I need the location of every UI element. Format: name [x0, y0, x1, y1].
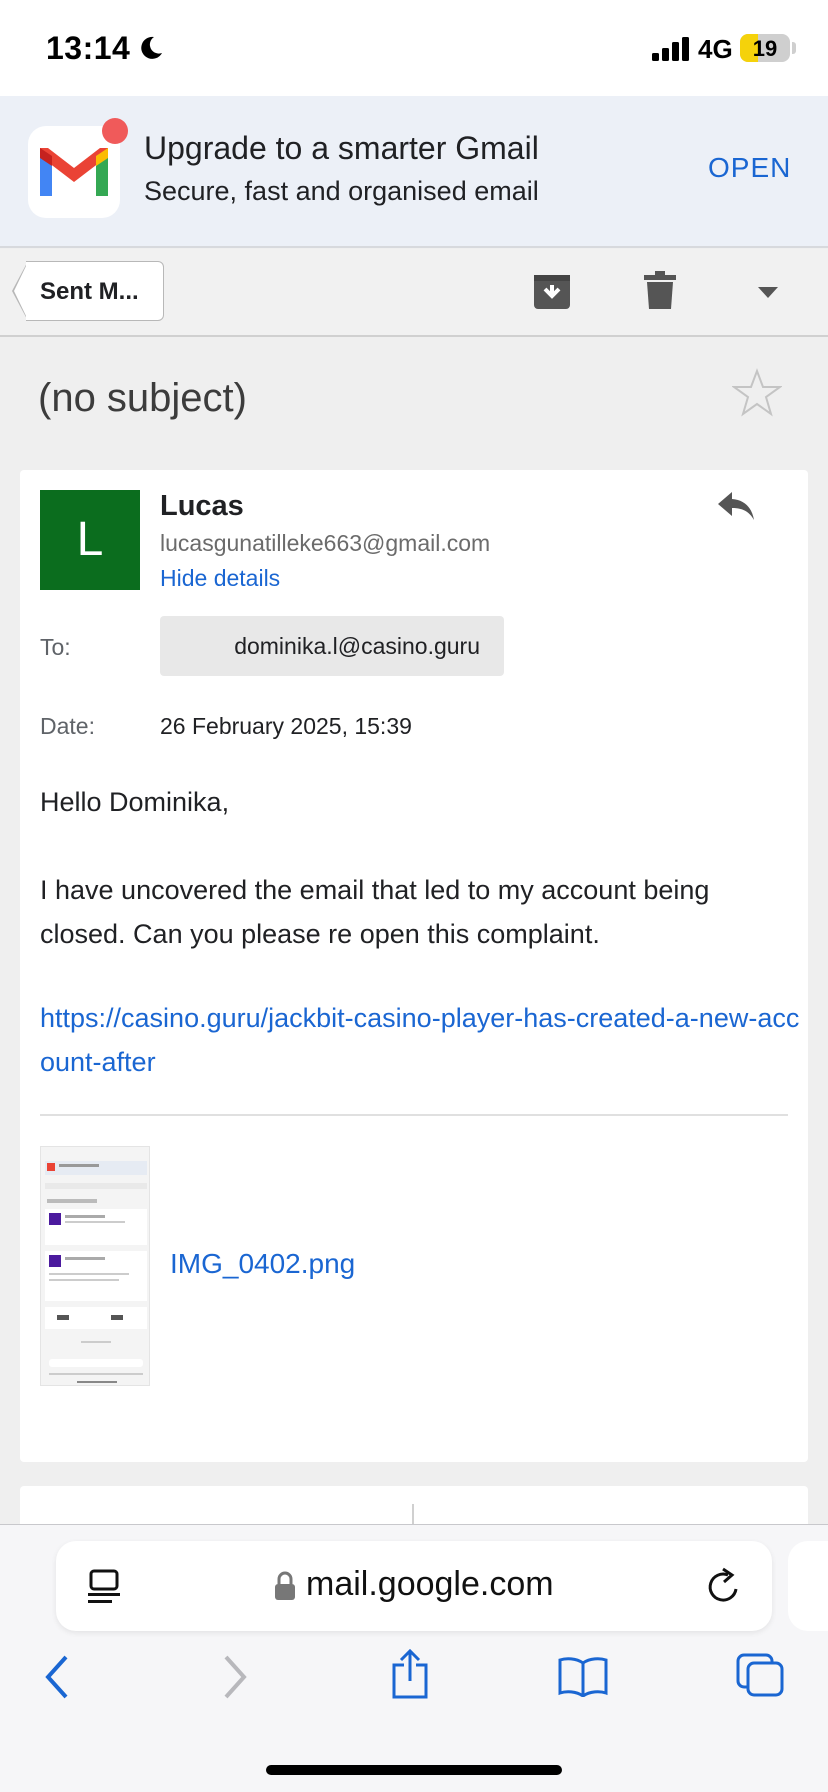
notification-dot — [102, 118, 128, 144]
forward-icon[interactable] — [222, 1655, 248, 1699]
date-label: Date: — [40, 713, 95, 739]
date-value: 26 February 2025, 15:39 — [160, 713, 412, 739]
share-icon[interactable] — [390, 1649, 430, 1699]
to-label: To: — [40, 634, 71, 660]
lock-icon — [275, 1571, 295, 1600]
star-icon[interactable] — [732, 368, 782, 418]
network-type: 4G — [698, 34, 733, 64]
back-to-sent-button[interactable]: Sent M... — [26, 261, 164, 321]
email-greeting: Hello Dominika, — [40, 787, 230, 817]
back-icon[interactable] — [44, 1655, 70, 1699]
promo-subtitle: Secure, fast and organised email — [144, 176, 539, 206]
cellular-signal-icon — [652, 37, 689, 61]
hide-details-link[interactable]: Hide details — [160, 565, 280, 592]
next-tab-preview[interactable] — [788, 1541, 828, 1631]
recipient-chip[interactable]: dominika.l@casino.guru — [160, 616, 504, 676]
email-toolbar: Sent M... — [0, 249, 828, 337]
reply-icon[interactable] — [716, 490, 756, 522]
divider — [40, 1114, 788, 1116]
archive-icon[interactable] — [532, 271, 572, 311]
open-app-button[interactable]: OPEN — [708, 152, 791, 184]
action-divider — [412, 1504, 414, 1526]
battery-tip — [792, 42, 796, 54]
home-indicator — [266, 1765, 562, 1775]
email-message-card: L Lucas lucasgunatilleke663@gmail.com Hi… — [20, 470, 808, 1462]
sender-email: lucasgunatilleke663@gmail.com — [160, 530, 491, 556]
battery-icon: 19 — [740, 34, 790, 62]
battery-level: 19 — [752, 36, 778, 61]
attachment-thumbnail[interactable] — [40, 1146, 150, 1386]
status-time: 13:14 — [46, 30, 131, 66]
attachment-name[interactable]: IMG_0402.png — [170, 1248, 355, 1280]
url-text: mail.google.com — [306, 1565, 554, 1603]
action-card — [20, 1486, 808, 1526]
reload-icon[interactable] — [706, 1567, 742, 1605]
trash-icon[interactable] — [644, 271, 676, 311]
email-body: I have uncovered the email that led to m… — [40, 875, 710, 949]
moon-icon — [141, 36, 162, 59]
sender-name: Lucas — [160, 490, 244, 522]
status-bar: 13:14 4G 19 — [0, 0, 828, 96]
browser-bottom-bar: mail.google.com — [0, 1524, 828, 1792]
promo-title: Upgrade to a smarter Gmail — [144, 130, 539, 166]
gmail-app-promo-banner[interactable]: Upgrade to a smarter Gmail Secure, fast … — [0, 96, 828, 248]
avatar: L — [40, 490, 140, 590]
email-subject: (no subject) — [38, 376, 247, 420]
page-menu-icon[interactable] — [88, 1569, 120, 1605]
tabs-icon[interactable] — [736, 1653, 784, 1697]
address-bar[interactable]: mail.google.com — [56, 1541, 772, 1631]
complaint-link[interactable]: https://casino.guru/jackbit-casino-playe… — [40, 996, 800, 1084]
chevron-down-icon[interactable] — [758, 287, 778, 299]
bookmarks-icon[interactable] — [558, 1657, 608, 1697]
